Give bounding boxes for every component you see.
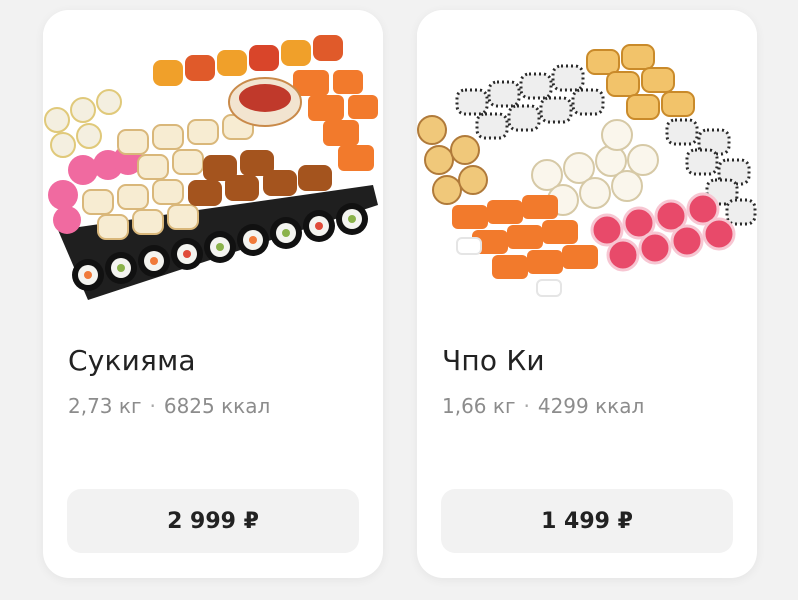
price-button[interactable]: 2 999 ₽: [67, 489, 359, 553]
sushi-set-illustration: [44, 35, 378, 300]
product-card-sukiyama[interactable]: Сукияма 2,73 кг · 6825 ккал 2 999 ₽: [43, 10, 383, 578]
product-meta: 2,73 кг · 6825 ккал: [68, 394, 270, 418]
product-calories: 4299 ккал: [537, 394, 645, 418]
sushi-set-illustration: [417, 44, 757, 297]
price-button[interactable]: 1 499 ₽: [441, 489, 733, 553]
product-weight: 2,73 кг: [68, 394, 142, 418]
meta-separator: ·: [149, 394, 156, 418]
product-weight: 1,66 кг: [442, 394, 516, 418]
product-card-chpo-ki[interactable]: Чпо Ки 1,66 кг · 4299 ккал 1 499 ₽: [417, 10, 757, 578]
product-meta: 1,66 кг · 4299 ккал: [442, 394, 644, 418]
sushi-set-image[interactable]: [43, 10, 383, 328]
meta-separator: ·: [523, 394, 530, 418]
product-title: Чпо Ки: [442, 344, 545, 377]
sushi-set-image[interactable]: [417, 10, 757, 328]
product-title: Сукияма: [68, 344, 196, 377]
product-calories: 6825 ккал: [163, 394, 271, 418]
